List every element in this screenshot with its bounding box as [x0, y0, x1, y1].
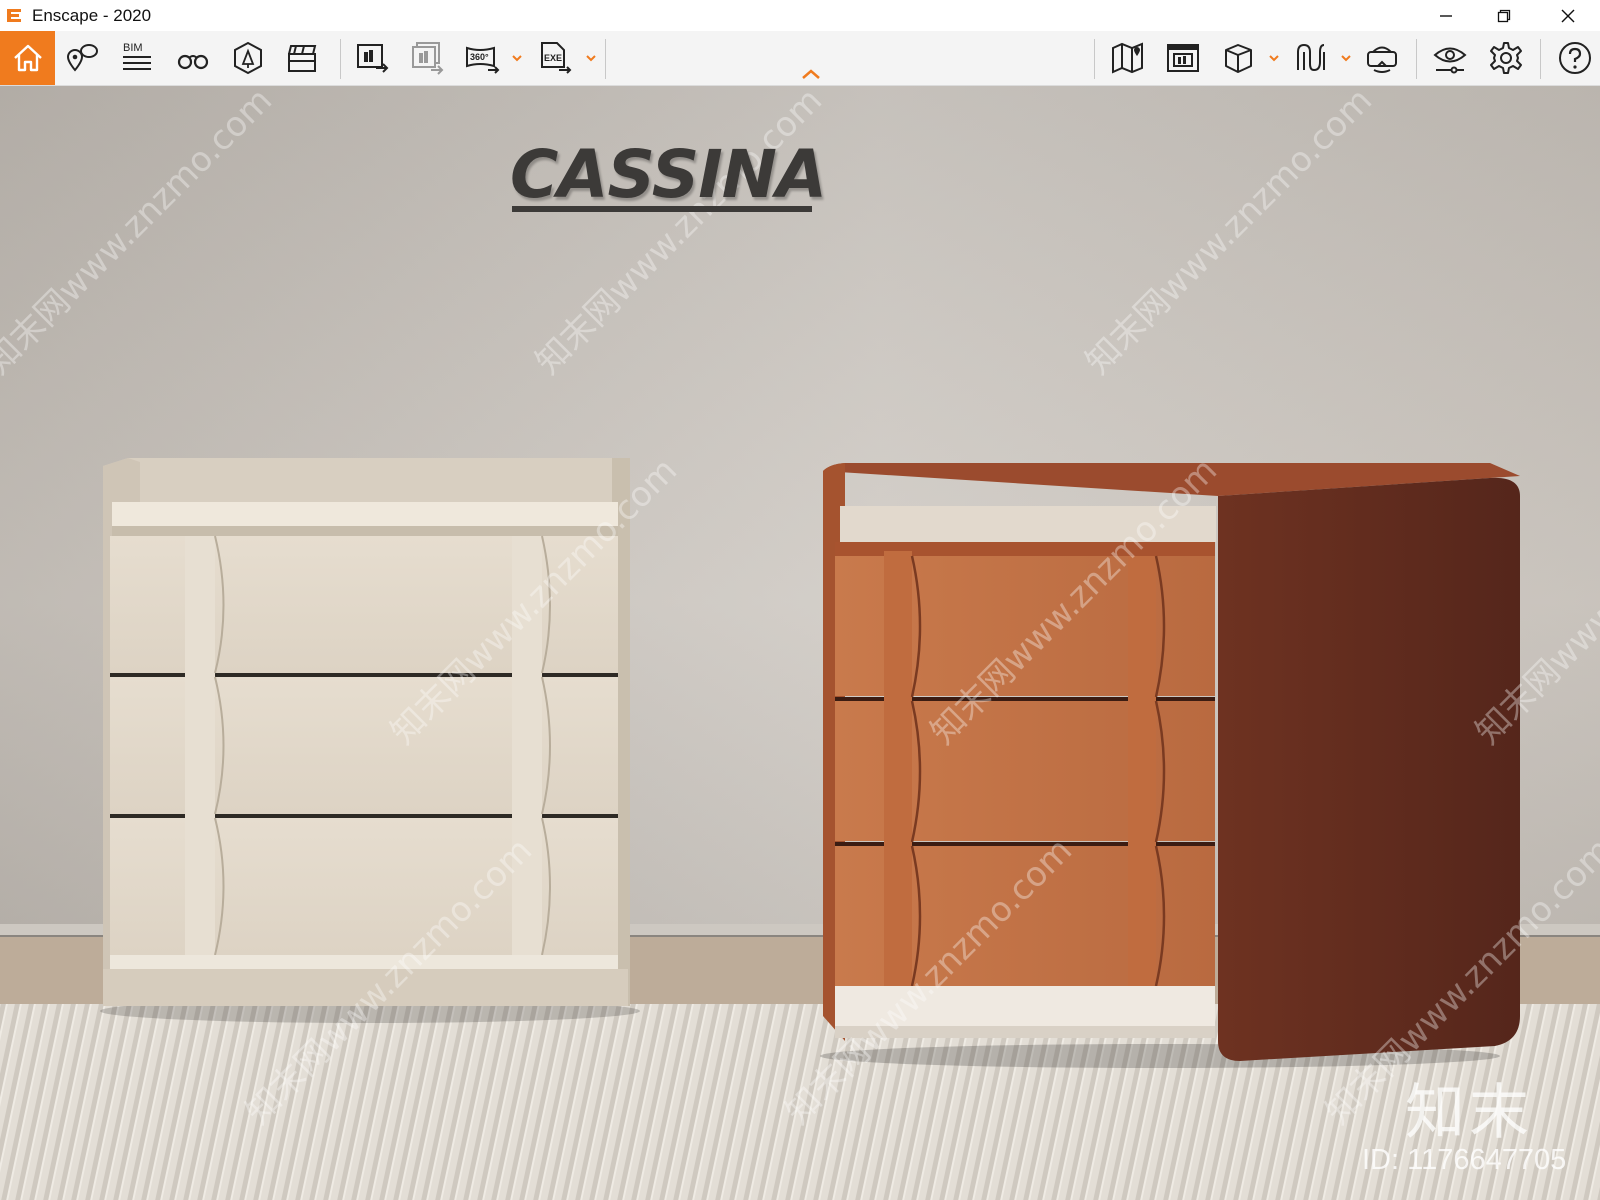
toolbar-separator [340, 39, 341, 79]
video-editor-button[interactable] [280, 37, 324, 79]
cube-icon [1225, 44, 1252, 73]
binoculars-icon [177, 54, 209, 70]
close-icon [1561, 9, 1575, 22]
toolbar-separator [1540, 39, 1541, 79]
exe-export-icon: EXE [541, 42, 572, 74]
home-button[interactable] [0, 31, 55, 85]
toolbar-separator [1094, 39, 1095, 79]
toolbar-separator [1416, 39, 1417, 79]
window-title: Enscape - 2020 [32, 6, 152, 25]
sync-button[interactable] [1290, 37, 1334, 79]
views-button[interactable] [1161, 37, 1205, 79]
cream-nightstand [100, 458, 640, 1023]
batch-render-icon [412, 42, 444, 75]
watermark-logo: 知末 [1405, 1078, 1533, 1148]
view-management-button[interactable] [171, 37, 215, 79]
home-icon [13, 44, 42, 72]
chevron-down-icon[interactable] [585, 53, 597, 63]
help-icon [1559, 42, 1591, 74]
views-icon [1167, 44, 1199, 72]
batch-rendering-button[interactable] [405, 37, 449, 79]
svg-text:360°: 360° [470, 52, 489, 62]
panorama-button[interactable]: 360° [460, 37, 504, 79]
help-button[interactable] [1553, 37, 1597, 79]
map-button[interactable] [1106, 37, 1150, 79]
cassina-logo-underline [512, 206, 812, 212]
visual-settings-icon [1433, 47, 1467, 74]
vr-headset-button[interactable] [1360, 37, 1404, 79]
restore-button[interactable] [1476, 0, 1532, 31]
chevron-down-icon[interactable] [1268, 53, 1280, 63]
cube-button[interactable] [1216, 37, 1260, 79]
rendered-scene: 知末网www.znzmo.com 知末网www.znzmo.com 知末网www… [0, 86, 1600, 1200]
bim-button[interactable]: BIM [115, 37, 159, 79]
svg-text:BIM: BIM [123, 42, 143, 54]
enscape-logo-icon [7, 9, 21, 22]
visual-settings-button[interactable] [1428, 37, 1472, 79]
svg-text:EXE: EXE [544, 53, 562, 63]
chevron-down-icon[interactable] [1340, 53, 1352, 63]
vr-headset-icon [1367, 46, 1397, 73]
watermark-id: ID: 1176647705 [1362, 1144, 1567, 1176]
settings-gear-icon [1490, 42, 1522, 74]
minimize-button[interactable] [1418, 0, 1474, 31]
toolbar-separator [605, 39, 606, 79]
minimize-icon [1440, 14, 1452, 17]
location-button[interactable] [60, 37, 104, 79]
collapse-toolbar-chevron-up-icon[interactable] [799, 67, 823, 81]
render-viewport[interactable]: 知末网www.znzmo.com 知末网www.znzmo.com 知末网www… [0, 86, 1600, 1200]
close-button[interactable] [1540, 0, 1596, 31]
asset-library-icon [234, 41, 262, 75]
title-bar: Enscape - 2020 [0, 0, 1600, 31]
restore-icon [1497, 9, 1511, 22]
screenshot-export-icon [357, 44, 389, 73]
enscape-toolbar: BIM 360° EXE [0, 31, 1600, 86]
location-pin-icon [66, 44, 98, 72]
screenshot-button[interactable] [350, 37, 394, 79]
cassina-wall-logo: CASSINA [510, 136, 827, 213]
panorama-360-icon: 360° [466, 46, 500, 74]
clapperboard-icon [288, 45, 317, 72]
general-settings-button[interactable] [1484, 37, 1528, 79]
chevron-down-icon[interactable] [511, 53, 523, 63]
asset-library-button[interactable] [226, 37, 270, 79]
sync-icon [1297, 43, 1325, 72]
bim-icon: BIM [123, 42, 151, 70]
map-icon [1112, 42, 1143, 74]
exe-export-button[interactable]: EXE [533, 37, 577, 79]
